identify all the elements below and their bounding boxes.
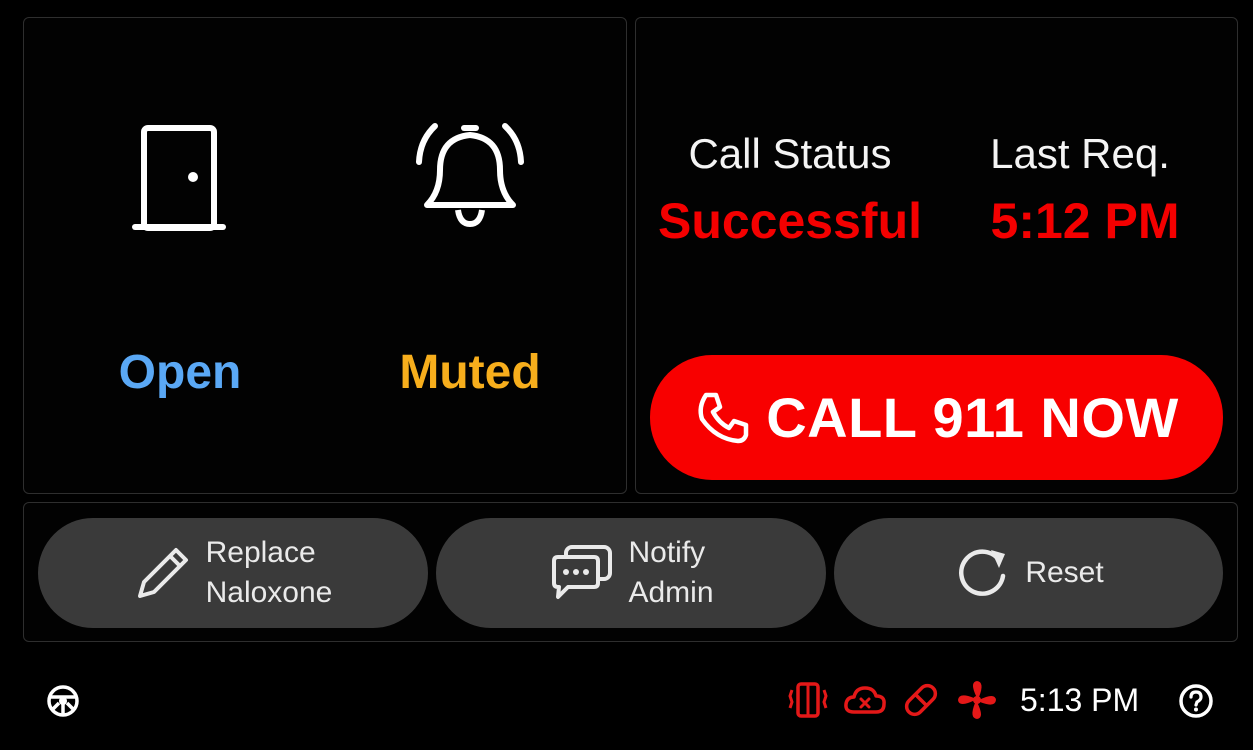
door-icon: [132, 125, 226, 231]
reset-icon: [959, 549, 1006, 596]
replace-line1: Replace: [205, 536, 316, 569]
reset-button[interactable]: Reset: [834, 518, 1223, 628]
reset-line1: Reset: [1025, 556, 1104, 589]
chat-bubbles-icon: [552, 545, 613, 599]
notify-admin-label: Notify Admin: [628, 533, 713, 613]
call-911-label: CALL 911 NOW: [766, 386, 1179, 449]
bell-icon: [416, 123, 524, 228]
steering-wheel-icon[interactable]: [44, 682, 82, 720]
phone-icon: [698, 392, 749, 443]
fan-icon: [958, 681, 996, 719]
cloud-error-icon: [844, 686, 886, 714]
status-panel: [23, 17, 627, 494]
last-request-value: 5:12 PM: [990, 193, 1180, 249]
reset-label: Reset: [1025, 553, 1103, 593]
replace-naloxone-label: Replace Naloxone: [206, 533, 333, 613]
call-911-button[interactable]: CALL 911 NOW: [650, 355, 1223, 480]
pill-icon: [904, 683, 938, 717]
call-status-heading: Call Status: [688, 130, 892, 177]
notify-line2: Admin: [628, 576, 714, 609]
help-icon[interactable]: [1178, 683, 1214, 719]
vibration-icon: [788, 682, 828, 718]
notify-line1: Notify: [628, 536, 706, 569]
pencil-icon: [137, 548, 188, 598]
last-request-heading: Last Req.: [990, 130, 1170, 177]
door-status-label: Open: [118, 346, 242, 399]
notify-admin-button[interactable]: Notify Admin: [436, 518, 826, 628]
call-status-value: Successful: [657, 193, 922, 249]
clock: 5:13 PM: [1020, 682, 1140, 718]
replace-line2: Naloxone: [205, 576, 333, 609]
alarm-status-label: Muted: [399, 346, 541, 399]
replace-naloxone-button[interactable]: Replace Naloxone: [38, 518, 428, 628]
